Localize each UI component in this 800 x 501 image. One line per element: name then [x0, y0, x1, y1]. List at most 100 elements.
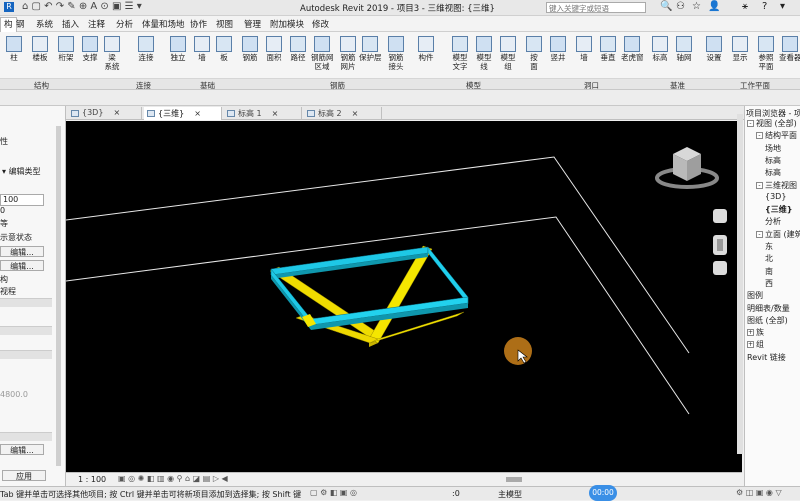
menu-tab-9[interactable]: 管理 [244, 18, 261, 30]
ribbon-tool-20[interactable]: 按面 [523, 36, 545, 71]
active-workset[interactable]: 主模型 [498, 489, 522, 500]
menu-tab-11[interactable]: 修改 [312, 18, 329, 30]
dropdown-icon[interactable]: ▾ [780, 1, 785, 12]
browser-tree-item[interactable]: - 结构平面 [756, 130, 797, 141]
browser-tree-item[interactable]: + 组 [747, 339, 764, 350]
ribbon-tool-23[interactable]: 垂直 [597, 36, 619, 62]
browser-tree-item[interactable]: 东 [765, 241, 773, 252]
apply-button[interactable]: 应用 [2, 470, 46, 481]
ribbon-tool-21[interactable]: 竖井 [547, 36, 569, 62]
close-icon[interactable]: × [352, 109, 359, 118]
horizontal-scrollbar[interactable] [506, 477, 522, 482]
ribbon-tool-14[interactable]: 保护层 [359, 36, 382, 62]
menu-tab-4[interactable]: 注释 [88, 18, 105, 30]
ribbon-tool-11[interactable]: 路径 [287, 36, 309, 62]
menu-tab-5[interactable]: 分析 [116, 18, 133, 30]
browser-tree-item[interactable]: 西 [765, 278, 773, 289]
ribbon-tool-26[interactable]: 轴网 [673, 36, 695, 62]
ribbon-tool-28[interactable]: 显示 [729, 36, 751, 62]
browser-scrollbar[interactable] [737, 114, 743, 454]
property-row[interactable]: 编辑... [0, 246, 44, 257]
ribbon-tool-17[interactable]: 模型 文字 [449, 36, 471, 71]
browser-tree-item[interactable]: - 视图 (全部) [747, 118, 797, 129]
close-icon[interactable]: × [194, 109, 201, 118]
ribbon-tool-7[interactable]: 墙 [191, 36, 213, 62]
menu-tab-1[interactable]: 钢 [16, 18, 25, 30]
subscription-icon[interactable]: ⚇ [676, 1, 685, 12]
close-icon[interactable]: × [272, 109, 279, 118]
edit-type-button[interactable]: ▾ 编辑类型 [2, 166, 41, 177]
browser-tree-item[interactable]: 南 [765, 266, 773, 277]
browser-tree-item[interactable]: 图纸 (全部) [747, 315, 788, 326]
view-tab[interactable]: 标高 1 × [224, 107, 302, 120]
quick-access-toolbar-icons[interactable]: ⌂ ▢ ↶ ↷ ✎ ⊕ A ⊙ ▣ ☰ ▾ [22, 1, 142, 12]
menu-tab-3[interactable]: 插入 [62, 18, 79, 30]
ribbon-tool-2[interactable]: 桁架 [55, 36, 77, 62]
view-tab[interactable]: {3D} × [68, 107, 142, 120]
ribbon-tool-5[interactable]: 连接 [135, 36, 157, 62]
view-cube[interactable] [655, 147, 719, 189]
property-row[interactable]: 100 [0, 194, 44, 206]
browser-tree-item[interactable]: - 三维视图 [756, 180, 797, 191]
ribbon-tool-25[interactable]: 标高 [649, 36, 671, 62]
menu-tab-6[interactable]: 体量和场地 [142, 18, 185, 30]
navigation-bar[interactable] [713, 209, 727, 275]
ribbon-tool-0[interactable]: 柱 [3, 36, 25, 62]
ribbon-tool-8[interactable]: 板 [213, 36, 235, 62]
search-input[interactable]: 键入关键字或短语 [546, 2, 646, 13]
browser-tree-item[interactable]: 标高 [765, 155, 781, 166]
ribbon-tool-9[interactable]: 钢筋 [239, 36, 261, 62]
ribbon-tool-18[interactable]: 模型线 [473, 36, 495, 71]
ribbon-tool-19[interactable]: 模型组 [497, 36, 519, 71]
view-control-icons[interactable]: ▣ ◎ ✺ ◧ ▥ ◉ ⚲ ⌂ ◪ ▤ ▷ ◀ [118, 474, 228, 483]
expand-icon[interactable]: + [747, 341, 754, 349]
menu-tab-2[interactable]: 系统 [36, 18, 53, 30]
browser-tree-item[interactable]: 图例 [747, 290, 763, 301]
selection-filter-icons[interactable]: ⚙ ◫ ▣ ◉ ▽ [736, 488, 782, 497]
ribbon-tool-4[interactable]: 梁系统 [101, 36, 123, 71]
ribbon-tool-3[interactable]: 支撑 [79, 36, 101, 62]
app-icon[interactable]: R [4, 2, 14, 12]
ribbon-tool-30[interactable]: 查看器 [779, 36, 800, 62]
view-tab[interactable]: {三维} × [144, 107, 222, 120]
view-scale[interactable]: 1 : 100 [78, 475, 106, 484]
browser-tree-item[interactable]: 明细表/数量 [747, 303, 790, 314]
collapse-icon[interactable]: - [756, 132, 763, 140]
menu-tab-8[interactable]: 视图 [216, 18, 233, 30]
search-icon[interactable]: 🔍 [660, 1, 672, 12]
menu-tab-10[interactable]: 附加模块 [270, 18, 304, 30]
user-icon[interactable]: 👤 [708, 1, 720, 12]
ribbon-tool-12[interactable]: 钢筋网 区域 [311, 36, 334, 71]
menu-tab-0[interactable]: 构 [0, 17, 17, 32]
ribbon-tool-15[interactable]: 钢筋 接头 [385, 36, 407, 71]
collapse-icon[interactable]: - [747, 120, 754, 127]
browser-tree-item[interactable]: 标高 [765, 167, 781, 178]
property-row[interactable]: 编辑... [0, 260, 44, 271]
collapse-icon[interactable]: - [756, 181, 763, 189]
recording-timer[interactable]: 00:00 [589, 485, 617, 501]
ribbon-tool-13[interactable]: 钢筋 网片 [337, 36, 359, 71]
drawing-area[interactable] [66, 121, 742, 472]
model-canvas[interactable] [66, 121, 742, 472]
ribbon-tool-22[interactable]: 墙 [573, 36, 595, 62]
browser-tree-item[interactable]: Revit 链接 [747, 352, 786, 363]
ribbon-tool-29[interactable]: 参照 平面 [755, 36, 777, 71]
ribbon-tool-24[interactable]: 老虎窗 [621, 36, 644, 62]
beam-right[interactable] [427, 246, 469, 305]
status-icons[interactable]: ▢ ⚙ ◧ ▣ ◎ [310, 488, 357, 497]
view-tab[interactable]: 标高 2 × [304, 107, 382, 120]
expand-icon[interactable]: + [747, 329, 754, 337]
ribbon-tool-6[interactable]: 独立 [167, 36, 189, 62]
browser-tree-item[interactable]: 北 [765, 253, 773, 264]
close-icon[interactable]: × [113, 108, 120, 117]
cart-icon[interactable]: ⚹ [742, 1, 748, 12]
ribbon-tool-16[interactable]: 构件 [415, 36, 437, 62]
collapse-icon[interactable]: - [756, 230, 763, 238]
ribbon-tool-27[interactable]: 设置 [703, 36, 725, 62]
ribbon-tool-1[interactable]: 楼板 [29, 36, 51, 62]
browser-tree-item[interactable]: + 族 [747, 327, 764, 338]
browser-tree-item[interactable]: 分析 [765, 216, 781, 227]
ribbon-tool-10[interactable]: 面积 [263, 36, 285, 62]
communication-icon[interactable]: ☆ [692, 1, 701, 12]
browser-tree-item[interactable]: - 立面 (建筑 [756, 229, 800, 240]
